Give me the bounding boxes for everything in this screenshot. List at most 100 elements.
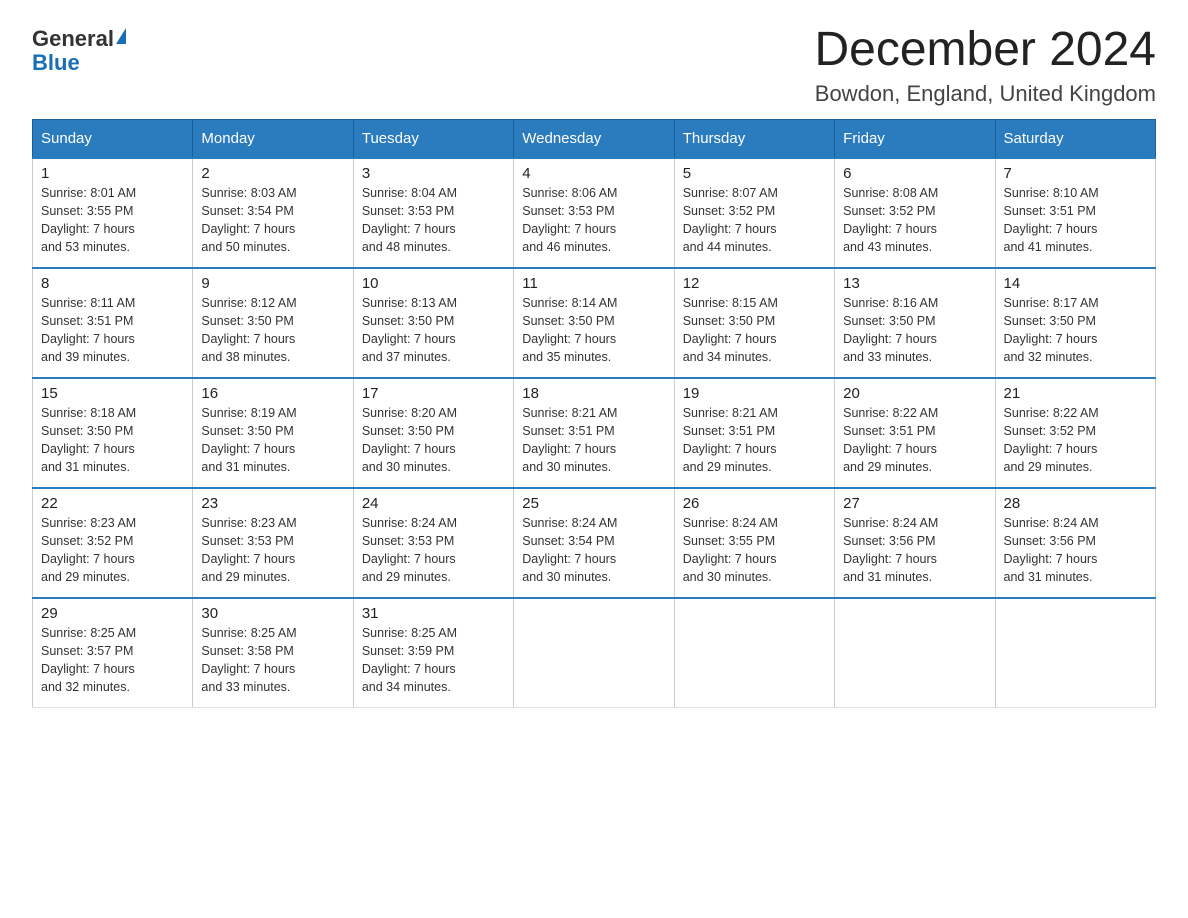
header-tuesday: Tuesday bbox=[353, 119, 513, 158]
day-number: 3 bbox=[362, 165, 505, 182]
calendar-table: Sunday Monday Tuesday Wednesday Thursday… bbox=[32, 119, 1156, 709]
day-number: 8 bbox=[41, 275, 184, 292]
day-number: 6 bbox=[843, 165, 986, 182]
day-number: 24 bbox=[362, 495, 505, 512]
day-number: 7 bbox=[1004, 165, 1147, 182]
day-info: Sunrise: 8:01 AMSunset: 3:55 PMDaylight:… bbox=[41, 186, 136, 254]
table-row: 21 Sunrise: 8:22 AMSunset: 3:52 PMDaylig… bbox=[995, 378, 1155, 488]
day-info: Sunrise: 8:10 AMSunset: 3:51 PMDaylight:… bbox=[1004, 186, 1099, 254]
day-info: Sunrise: 8:08 AMSunset: 3:52 PMDaylight:… bbox=[843, 186, 938, 254]
day-info: Sunrise: 8:25 AMSunset: 3:57 PMDaylight:… bbox=[41, 626, 136, 694]
day-info: Sunrise: 8:22 AMSunset: 3:51 PMDaylight:… bbox=[843, 406, 938, 474]
day-number: 25 bbox=[522, 495, 665, 512]
day-number: 18 bbox=[522, 385, 665, 402]
table-row: 13 Sunrise: 8:16 AMSunset: 3:50 PMDaylig… bbox=[835, 268, 995, 378]
day-number: 16 bbox=[201, 385, 344, 402]
table-row: 28 Sunrise: 8:24 AMSunset: 3:56 PMDaylig… bbox=[995, 488, 1155, 598]
table-row: 26 Sunrise: 8:24 AMSunset: 3:55 PMDaylig… bbox=[674, 488, 834, 598]
day-number: 13 bbox=[843, 275, 986, 292]
table-row: 2 Sunrise: 8:03 AMSunset: 3:54 PMDayligh… bbox=[193, 158, 353, 268]
day-number: 14 bbox=[1004, 275, 1147, 292]
header-saturday: Saturday bbox=[995, 119, 1155, 158]
table-row: 27 Sunrise: 8:24 AMSunset: 3:56 PMDaylig… bbox=[835, 488, 995, 598]
day-info: Sunrise: 8:25 AMSunset: 3:58 PMDaylight:… bbox=[201, 626, 296, 694]
table-row: 23 Sunrise: 8:23 AMSunset: 3:53 PMDaylig… bbox=[193, 488, 353, 598]
header-thursday: Thursday bbox=[674, 119, 834, 158]
table-row: 3 Sunrise: 8:04 AMSunset: 3:53 PMDayligh… bbox=[353, 158, 513, 268]
table-row bbox=[514, 598, 674, 708]
logo-blue: Blue bbox=[32, 50, 80, 75]
day-number: 15 bbox=[41, 385, 184, 402]
table-row: 8 Sunrise: 8:11 AMSunset: 3:51 PMDayligh… bbox=[33, 268, 193, 378]
table-row: 22 Sunrise: 8:23 AMSunset: 3:52 PMDaylig… bbox=[33, 488, 193, 598]
header-friday: Friday bbox=[835, 119, 995, 158]
table-row: 29 Sunrise: 8:25 AMSunset: 3:57 PMDaylig… bbox=[33, 598, 193, 708]
day-info: Sunrise: 8:23 AMSunset: 3:52 PMDaylight:… bbox=[41, 516, 136, 584]
day-number: 2 bbox=[201, 165, 344, 182]
table-row: 18 Sunrise: 8:21 AMSunset: 3:51 PMDaylig… bbox=[514, 378, 674, 488]
day-info: Sunrise: 8:24 AMSunset: 3:56 PMDaylight:… bbox=[1004, 516, 1099, 584]
day-info: Sunrise: 8:25 AMSunset: 3:59 PMDaylight:… bbox=[362, 626, 457, 694]
day-number: 26 bbox=[683, 495, 826, 512]
day-info: Sunrise: 8:22 AMSunset: 3:52 PMDaylight:… bbox=[1004, 406, 1099, 474]
title-block: December 2024 Bowdon, England, United Ki… bbox=[814, 24, 1156, 107]
day-number: 17 bbox=[362, 385, 505, 402]
table-row: 17 Sunrise: 8:20 AMSunset: 3:50 PMDaylig… bbox=[353, 378, 513, 488]
day-number: 5 bbox=[683, 165, 826, 182]
table-row: 4 Sunrise: 8:06 AMSunset: 3:53 PMDayligh… bbox=[514, 158, 674, 268]
day-info: Sunrise: 8:04 AMSunset: 3:53 PMDaylight:… bbox=[362, 186, 457, 254]
day-info: Sunrise: 8:24 AMSunset: 3:53 PMDaylight:… bbox=[362, 516, 457, 584]
table-row bbox=[835, 598, 995, 708]
table-row: 31 Sunrise: 8:25 AMSunset: 3:59 PMDaylig… bbox=[353, 598, 513, 708]
day-info: Sunrise: 8:21 AMSunset: 3:51 PMDaylight:… bbox=[522, 406, 617, 474]
day-number: 11 bbox=[522, 275, 665, 292]
day-number: 20 bbox=[843, 385, 986, 402]
logo-general: General bbox=[32, 28, 114, 50]
calendar-week-row: 1 Sunrise: 8:01 AMSunset: 3:55 PMDayligh… bbox=[33, 158, 1156, 268]
day-number: 31 bbox=[362, 605, 505, 622]
day-info: Sunrise: 8:24 AMSunset: 3:56 PMDaylight:… bbox=[843, 516, 938, 584]
calendar-week-row: 22 Sunrise: 8:23 AMSunset: 3:52 PMDaylig… bbox=[33, 488, 1156, 598]
table-row: 30 Sunrise: 8:25 AMSunset: 3:58 PMDaylig… bbox=[193, 598, 353, 708]
table-row: 15 Sunrise: 8:18 AMSunset: 3:50 PMDaylig… bbox=[33, 378, 193, 488]
table-row: 11 Sunrise: 8:14 AMSunset: 3:50 PMDaylig… bbox=[514, 268, 674, 378]
day-number: 19 bbox=[683, 385, 826, 402]
day-info: Sunrise: 8:11 AMSunset: 3:51 PMDaylight:… bbox=[41, 296, 135, 364]
table-row: 10 Sunrise: 8:13 AMSunset: 3:50 PMDaylig… bbox=[353, 268, 513, 378]
table-row: 20 Sunrise: 8:22 AMSunset: 3:51 PMDaylig… bbox=[835, 378, 995, 488]
day-number: 27 bbox=[843, 495, 986, 512]
day-info: Sunrise: 8:24 AMSunset: 3:54 PMDaylight:… bbox=[522, 516, 617, 584]
table-row: 14 Sunrise: 8:17 AMSunset: 3:50 PMDaylig… bbox=[995, 268, 1155, 378]
table-row: 9 Sunrise: 8:12 AMSunset: 3:50 PMDayligh… bbox=[193, 268, 353, 378]
day-info: Sunrise: 8:06 AMSunset: 3:53 PMDaylight:… bbox=[522, 186, 617, 254]
table-row: 1 Sunrise: 8:01 AMSunset: 3:55 PMDayligh… bbox=[33, 158, 193, 268]
day-info: Sunrise: 8:19 AMSunset: 3:50 PMDaylight:… bbox=[201, 406, 296, 474]
day-info: Sunrise: 8:17 AMSunset: 3:50 PMDaylight:… bbox=[1004, 296, 1099, 364]
day-number: 10 bbox=[362, 275, 505, 292]
day-number: 4 bbox=[522, 165, 665, 182]
day-number: 21 bbox=[1004, 385, 1147, 402]
day-number: 9 bbox=[201, 275, 344, 292]
table-row: 5 Sunrise: 8:07 AMSunset: 3:52 PMDayligh… bbox=[674, 158, 834, 268]
location-subtitle: Bowdon, England, United Kingdom bbox=[814, 81, 1156, 107]
header-monday: Monday bbox=[193, 119, 353, 158]
table-row bbox=[995, 598, 1155, 708]
table-row: 6 Sunrise: 8:08 AMSunset: 3:52 PMDayligh… bbox=[835, 158, 995, 268]
calendar-week-row: 15 Sunrise: 8:18 AMSunset: 3:50 PMDaylig… bbox=[33, 378, 1156, 488]
day-info: Sunrise: 8:24 AMSunset: 3:55 PMDaylight:… bbox=[683, 516, 778, 584]
day-info: Sunrise: 8:21 AMSunset: 3:51 PMDaylight:… bbox=[683, 406, 778, 474]
day-number: 28 bbox=[1004, 495, 1147, 512]
day-number: 22 bbox=[41, 495, 184, 512]
table-row: 16 Sunrise: 8:19 AMSunset: 3:50 PMDaylig… bbox=[193, 378, 353, 488]
day-number: 29 bbox=[41, 605, 184, 622]
calendar-week-row: 8 Sunrise: 8:11 AMSunset: 3:51 PMDayligh… bbox=[33, 268, 1156, 378]
table-row: 12 Sunrise: 8:15 AMSunset: 3:50 PMDaylig… bbox=[674, 268, 834, 378]
day-number: 30 bbox=[201, 605, 344, 622]
day-info: Sunrise: 8:12 AMSunset: 3:50 PMDaylight:… bbox=[201, 296, 296, 364]
logo: General Blue bbox=[32, 24, 126, 76]
table-row: 7 Sunrise: 8:10 AMSunset: 3:51 PMDayligh… bbox=[995, 158, 1155, 268]
day-info: Sunrise: 8:20 AMSunset: 3:50 PMDaylight:… bbox=[362, 406, 457, 474]
header-wednesday: Wednesday bbox=[514, 119, 674, 158]
day-info: Sunrise: 8:13 AMSunset: 3:50 PMDaylight:… bbox=[362, 296, 457, 364]
day-info: Sunrise: 8:23 AMSunset: 3:53 PMDaylight:… bbox=[201, 516, 296, 584]
